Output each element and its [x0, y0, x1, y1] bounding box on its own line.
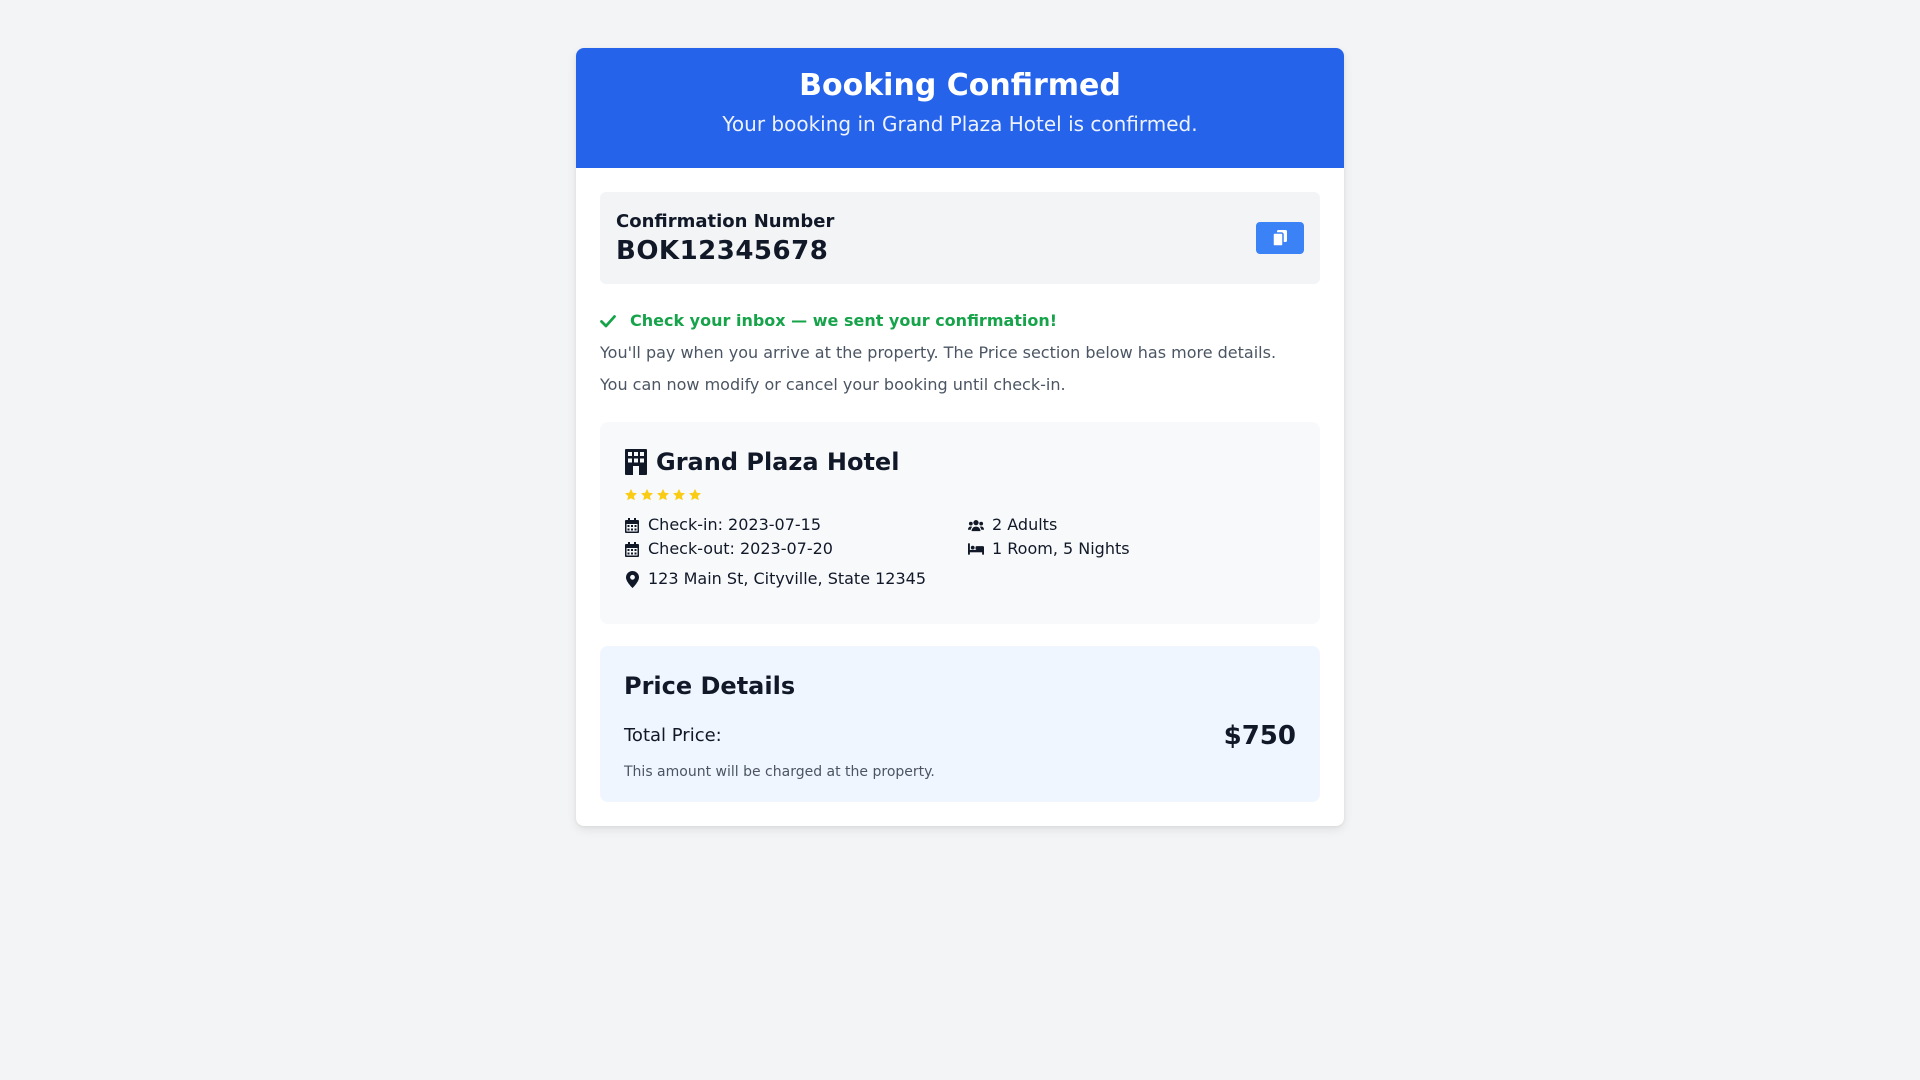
notice-modify-text: You can now modify or cancel your bookin…	[600, 375, 1066, 394]
stay-info-grid: Check-in: 2023-07-15 2 Adults Check-out:…	[624, 514, 1296, 560]
booking-header: Booking Confirmed Your booking in Grand …	[576, 48, 1344, 168]
star-icon	[640, 488, 654, 502]
users-icon	[968, 517, 984, 533]
guests-item: 2 Adults	[968, 514, 1268, 536]
price-note: This amount will be charged at the prope…	[624, 764, 935, 780]
star-icon	[688, 488, 702, 502]
page-subtitle: Your booking in Grand Plaza Hotel is con…	[722, 112, 1198, 136]
notice-headline: Check your inbox — we sent your confirma…	[630, 311, 1058, 330]
rooms-text: 1 Room, 5 Nights	[992, 539, 1130, 558]
confirmation-box: Confirmation Number BOK12345678	[600, 192, 1320, 284]
notice-payment-text: You'll pay when you arrive at the proper…	[600, 343, 1277, 362]
price-title: Price Details	[624, 672, 796, 700]
booking-card: Booking Confirmed Your booking in Grand …	[576, 48, 1344, 826]
booking-body: Confirmation Number BOK12345678 Check yo…	[576, 168, 1344, 826]
price-details: Price Details Total Price: $750 This amo…	[600, 646, 1320, 802]
check-in-item: Check-in: 2023-07-15	[624, 514, 968, 536]
map-pin-icon	[624, 570, 640, 588]
star-icon	[672, 488, 686, 502]
star-icon	[656, 488, 670, 502]
bed-icon	[968, 541, 984, 557]
hotel-title-row: Grand Plaza Hotel	[624, 446, 1296, 478]
address-item: 123 Main St, Cityville, State 12345	[624, 568, 1296, 590]
rooms-item: 1 Room, 5 Nights	[968, 538, 1268, 560]
star-icon	[624, 488, 638, 502]
star-rating	[624, 488, 1296, 504]
total-price-value: $750	[1223, 721, 1296, 751]
check-out-text: Check-out: 2023-07-20	[648, 539, 833, 558]
check-out-item: Check-out: 2023-07-20	[624, 538, 968, 560]
calendar-icon	[624, 517, 640, 533]
total-price-row: Total Price: $750	[624, 720, 1296, 752]
calendar-icon	[624, 541, 640, 557]
confirmation-label: Confirmation Number	[616, 211, 835, 232]
notice-headline-row: Check your inbox — we sent your confirma…	[600, 310, 1320, 332]
check-in-text: Check-in: 2023-07-15	[648, 515, 822, 534]
hotel-icon	[624, 449, 648, 475]
copy-button[interactable]	[1256, 222, 1304, 254]
address-text: 123 Main St, Cityville, State 12345	[648, 569, 927, 588]
guests-text: 2 Adults	[992, 515, 1058, 534]
confirmation-notice: Check your inbox — we sent your confirma…	[600, 310, 1320, 396]
page-title: Booking Confirmed	[799, 68, 1121, 103]
confirmation-number[interactable]: BOK12345678	[616, 234, 1304, 268]
total-price-label: Total Price:	[624, 725, 722, 746]
copy-icon	[1273, 230, 1287, 246]
check-icon	[600, 313, 616, 329]
hotel-details: Grand Plaza Hotel Check-in: 2023-07-15 2…	[600, 422, 1320, 624]
hotel-name: Grand Plaza Hotel	[656, 448, 900, 476]
